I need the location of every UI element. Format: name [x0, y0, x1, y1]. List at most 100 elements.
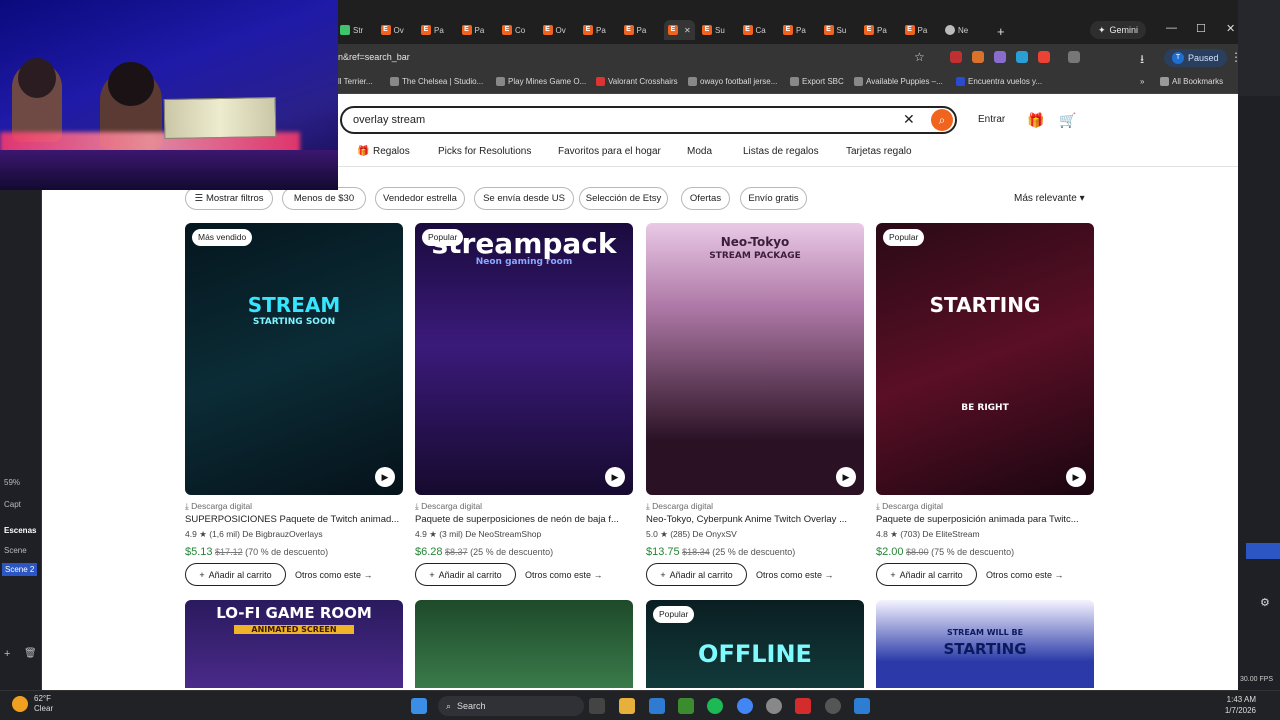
- sort-dropdown[interactable]: Más relevante ▾: [1014, 193, 1085, 204]
- gift-icon[interactable]: 🎁: [1027, 112, 1044, 129]
- tab-6[interactable]: E Pa: [583, 20, 606, 40]
- tab-0[interactable]: Str: [340, 20, 363, 40]
- obs-scene-2[interactable]: Scene 2: [2, 563, 38, 576]
- maximize-button[interactable]: ☐: [1196, 22, 1206, 35]
- clear-search-icon[interactable]: ✕: [903, 111, 915, 128]
- filter-chip-sales[interactable]: Ofertas: [681, 187, 730, 210]
- filter-chip-star-seller[interactable]: Vendedor estrella: [375, 187, 465, 210]
- extension-icon-2[interactable]: [972, 51, 984, 63]
- weather-widget[interactable]: 62°F Clear: [12, 694, 53, 714]
- tab-10[interactable]: E Ca: [742, 20, 766, 40]
- bookmarks-overflow-icon[interactable]: »: [1140, 77, 1144, 86]
- store-icon[interactable]: [649, 698, 665, 714]
- add-to-cart-button[interactable]: + Añadir al carrito: [415, 563, 516, 586]
- search-input[interactable]: overlay stream ✕ ⌕: [340, 106, 957, 134]
- tab-8[interactable]: E ✕: [664, 20, 695, 40]
- app-icon-blue[interactable]: [854, 698, 870, 714]
- listing-thumbnail[interactable]: STREAM STARTING SOON Más vendido ▶: [185, 223, 403, 495]
- gemini-button[interactable]: ✦ Gemini: [1090, 21, 1147, 39]
- new-tab-button[interactable]: +: [997, 21, 1005, 41]
- bookmark-7[interactable]: Available Puppies –...: [854, 77, 943, 86]
- task-view-icon[interactable]: [589, 698, 605, 714]
- listing-card[interactable]: STARTING STREAM WILL BE: [876, 600, 1094, 688]
- tab-15[interactable]: Ne: [945, 20, 968, 40]
- tab-13[interactable]: E Pa: [864, 20, 887, 40]
- sign-in-link[interactable]: Entrar: [978, 114, 1005, 125]
- see-similar-link[interactable]: Otros como este →: [756, 570, 834, 580]
- bookmark-4[interactable]: Valorant Crosshairs: [596, 77, 678, 86]
- taskbar-search[interactable]: ⌕ Search: [438, 696, 584, 716]
- play-video-icon[interactable]: ▶: [836, 467, 856, 487]
- close-window-button[interactable]: ✕: [1226, 22, 1235, 35]
- play-video-icon[interactable]: ▶: [1066, 467, 1086, 487]
- add-scene-icon[interactable]: +: [4, 648, 10, 660]
- add-to-cart-button[interactable]: + Añadir al carrito: [646, 563, 747, 586]
- file-explorer-icon[interactable]: [619, 698, 635, 714]
- tab-11[interactable]: E Pa: [783, 20, 806, 40]
- url-field[interactable]: n&ref=search_bar: [338, 52, 410, 62]
- spotify-icon[interactable]: [707, 698, 723, 714]
- listing-thumbnail[interactable]: streampack Neon gaming room Popular ▶: [415, 223, 633, 495]
- nav-picks[interactable]: Picks for Resolutions: [438, 146, 531, 157]
- app-icon-dark[interactable]: [825, 698, 841, 714]
- close-tab-icon[interactable]: ✕: [684, 26, 691, 35]
- minecraft-icon[interactable]: [678, 698, 694, 714]
- listing-title[interactable]: Neo-Tokyo, Cyberpunk Anime Twitch Overla…: [646, 514, 864, 525]
- play-video-icon[interactable]: ▶: [375, 467, 395, 487]
- listing-card[interactable]: LO-FI GAME ROOM ANIMATED SCREEN: [185, 600, 403, 688]
- filter-chip-under-30[interactable]: Menos de $30: [282, 187, 366, 210]
- tab-2[interactable]: E Pa: [421, 20, 444, 40]
- app-icon-red[interactable]: [795, 698, 811, 714]
- filter-chip-show-filters[interactable]: ☰ Mostrar filtros: [185, 187, 273, 210]
- minimize-button[interactable]: —: [1166, 22, 1177, 34]
- extension-icon-4[interactable]: [1016, 51, 1028, 63]
- tab-5[interactable]: E Ov: [542, 20, 566, 40]
- see-similar-link[interactable]: Otros como este →: [525, 570, 603, 580]
- listing-thumbnail[interactable]: Neo-Tokyo STREAM PACKAGE ▶: [646, 223, 864, 495]
- bookmark-1[interactable]: ll Terrier...: [338, 77, 373, 86]
- nav-regalos[interactable]: Regalos: [373, 146, 410, 157]
- listing-title[interactable]: Paquete de superposición animada para Tw…: [876, 514, 1094, 525]
- tab-4[interactable]: E Co: [502, 20, 525, 40]
- tab-3[interactable]: E Pa: [461, 20, 484, 40]
- obs-scene-1[interactable]: Scene: [4, 546, 27, 555]
- bookmark-5[interactable]: owayo football jerse...: [688, 77, 777, 86]
- nav-hogar[interactable]: Favoritos para el hogar: [558, 146, 661, 157]
- clock[interactable]: 1:43 AM 1/7/2026: [1200, 694, 1256, 716]
- filter-chip-free-shipping[interactable]: Envío gratis: [740, 187, 807, 210]
- add-to-cart-button[interactable]: + Añadir al carrito: [876, 563, 977, 586]
- search-icon[interactable]: ⌕: [931, 109, 953, 131]
- bookmark-2[interactable]: The Chelsea | Studio...: [390, 77, 483, 86]
- listing-thumbnail[interactable]: STARTING BE RIGHT Popular ▶: [876, 223, 1094, 495]
- start-icon[interactable]: [411, 698, 427, 714]
- tab-1[interactable]: E Ov: [380, 20, 404, 40]
- download-icon[interactable]: ⭳: [1140, 50, 1144, 71]
- menu-dots-icon[interactable]: ⋮: [1230, 50, 1238, 64]
- all-bookmarks[interactable]: All Bookmarks: [1160, 77, 1223, 86]
- see-similar-link[interactable]: Otros como este →: [295, 570, 373, 580]
- tab-9[interactable]: E Su: [702, 20, 725, 40]
- filter-chip-ships-us[interactable]: Se envía desde US: [474, 187, 574, 210]
- extensions-puzzle-icon[interactable]: [1068, 51, 1080, 63]
- gear-icon[interactable]: ⚙: [1260, 596, 1270, 609]
- add-to-cart-button[interactable]: + Añadir al carrito: [185, 563, 286, 586]
- filter-chip-etsy-pick[interactable]: Selección de Etsy: [579, 187, 668, 210]
- play-video-icon[interactable]: ▶: [605, 467, 625, 487]
- listing-title[interactable]: Paquete de superposiciones de neón de ba…: [415, 514, 633, 525]
- obs-capture-source[interactable]: Capt: [4, 500, 21, 509]
- bookmark-8[interactable]: Encuentra vuelos y...: [956, 77, 1042, 86]
- bookmark-6[interactable]: Export SBC: [790, 77, 844, 86]
- listing-title[interactable]: SUPERPOSICIONES Paquete de Twitch animad…: [185, 514, 403, 525]
- tab-14[interactable]: E Pa: [904, 20, 927, 40]
- nav-tarjetas[interactable]: Tarjetas regalo: [846, 146, 912, 157]
- nav-moda[interactable]: Moda: [687, 146, 712, 157]
- tab-12[interactable]: E Su: [823, 20, 846, 40]
- chrome-icon[interactable]: [737, 698, 753, 714]
- see-similar-link[interactable]: Otros como este →: [986, 570, 1064, 580]
- bookmark-3[interactable]: Play Mines Game O...: [496, 77, 586, 86]
- nav-listas[interactable]: Listas de regalos: [743, 146, 819, 157]
- profile-button[interactable]: T Paused: [1164, 49, 1227, 67]
- listing-card[interactable]: [415, 600, 633, 688]
- star-icon[interactable]: ☆: [914, 50, 925, 64]
- extension-icon-5[interactable]: [1038, 51, 1050, 63]
